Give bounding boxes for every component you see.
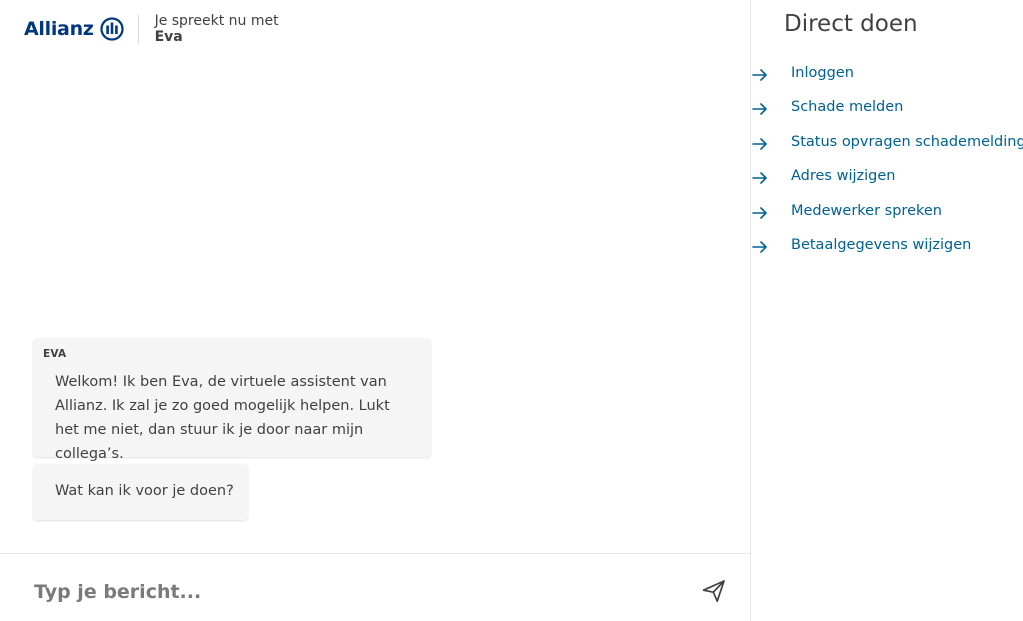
message-sender: EVA (43, 348, 67, 360)
arrow-right-icon (752, 67, 768, 83)
chat-header: Allianz Je spreekt nu met Eva (24, 12, 279, 46)
logo-wordmark: Allianz (24, 18, 94, 40)
arrow-right-icon (752, 136, 768, 152)
arrow-right-icon (752, 101, 768, 117)
send-button[interactable] (700, 577, 728, 605)
message-input[interactable] (32, 572, 676, 612)
header-subtitle: Je spreekt nu met (154, 13, 279, 29)
agent-info: Je spreekt nu met Eva (155, 13, 279, 45)
agent-name: Eva (154, 29, 183, 45)
send-icon (702, 580, 725, 603)
arrow-right-icon (752, 170, 768, 186)
header-divider (137, 15, 139, 43)
action-label[interactable]: Schade melden (791, 99, 903, 115)
message-bubble: Wat kan ik voor je doen? (33, 464, 248, 520)
message-bubble: EVA Welkom! Ik ben Eva, de virtuele assi… (33, 338, 431, 462)
action-label[interactable]: Status opvragen schademelding (791, 134, 1023, 150)
composer-divider (0, 553, 750, 554)
action-label[interactable]: Betaalgegevens wijzigen (791, 237, 971, 253)
message-text: Wat kan ik voor je doen? (55, 483, 234, 499)
message-text: Welkom! Ik ben Eva, de virtuele assisten… (55, 374, 390, 462)
allianz-eagle-icon (99, 17, 124, 41)
arrow-right-icon (752, 239, 768, 255)
action-label[interactable]: Medewerker spreken (791, 203, 942, 219)
arrow-right-icon (752, 205, 768, 221)
message-list: EVA Welkom! Ik ben Eva, de virtuele assi… (33, 338, 453, 520)
direct-doen-panel: Direct doen Inloggen Schade melden Statu… (750, 0, 1023, 621)
action-label[interactable]: Adres wijzigen (791, 168, 895, 184)
chat-pane: Allianz Je spreekt nu met Eva EVA Welkom… (0, 0, 750, 621)
action-label[interactable]: Inloggen (791, 65, 854, 81)
panel-title: Direct doen (784, 11, 918, 37)
allianz-logo: Allianz (24, 17, 124, 41)
